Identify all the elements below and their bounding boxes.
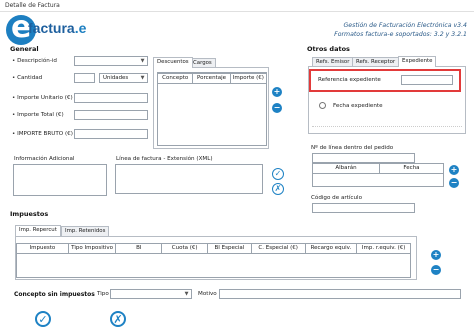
tab-imp-retenidos[interactable]: Imp. Retenidos — [61, 226, 110, 236]
chevron-down-icon: ▼ — [140, 75, 145, 81]
referencia-expediente-label: Referencia expediente — [318, 77, 381, 83]
albaran-grid-header: Albarán Fecha — [312, 163, 444, 174]
unidades-value: Unidades — [103, 75, 129, 81]
tipo-select[interactable]: ▼ — [110, 289, 192, 299]
tagline-line2: Formatos factura-e soportados: 3.2 y 3.2… — [334, 31, 467, 38]
motivo-label: Motivo — [198, 291, 217, 297]
fecha-expediente-label: Fecha expediente — [333, 103, 383, 109]
fecha-expediente-radio[interactable] — [319, 102, 326, 109]
referencia-expediente-input[interactable] — [401, 75, 453, 85]
logo-text-main: factura — [28, 20, 75, 36]
tipo-label: Tipo — [97, 291, 109, 297]
general-section-title: General — [10, 45, 39, 53]
separator — [312, 126, 462, 127]
linea-pedido-input[interactable] — [312, 153, 415, 163]
tab-expediente[interactable]: Expediente — [398, 56, 437, 67]
col-importe: Importe (€) — [232, 75, 264, 81]
codigo-articulo-input[interactable] — [312, 203, 415, 213]
remove-albaran-button[interactable]: − — [449, 178, 459, 188]
motivo-input[interactable] — [219, 289, 461, 299]
app-logo: e factura.e — [6, 11, 98, 47]
col-c-especial: C. Especial (€) — [252, 244, 306, 253]
col-concepto: Concepto — [158, 74, 194, 83]
add-impuesto-button[interactable]: + — [431, 250, 441, 260]
cancel-icon[interactable]: ✗ — [272, 183, 284, 195]
impuestos-section-title: Impuestos — [10, 210, 49, 218]
importe-total-input[interactable] — [74, 110, 148, 120]
tab-imp-repercut[interactable]: Imp. Repercut — [15, 225, 61, 236]
tagline-line1: Gestión de Facturación Electrónica v3.4 — [343, 22, 467, 29]
linea-factura-textarea[interactable] — [115, 164, 263, 194]
codigo-articulo-label: Código de artículo — [311, 195, 363, 201]
window-title: Detalle de Factura — [0, 0, 474, 12]
linea-factura-label: Línea de factura - Extensión (XML) — [116, 156, 213, 162]
importe-unitario-label: • Importe Unitario (€) — [12, 95, 73, 101]
logo-text-dot: .e — [74, 20, 87, 36]
importe-unitario-input[interactable] — [74, 93, 148, 103]
tab-descuentos[interactable]: Descuentos — [153, 57, 193, 68]
chevron-down-icon: ▼ — [140, 58, 145, 64]
importe-total-label-text: Importe Total (€) — [17, 112, 64, 118]
col-recargo-equiv: Recargo equiv. — [306, 244, 358, 253]
cancel-button[interactable]: ✗ — [110, 311, 126, 327]
col-bi: BI — [116, 244, 163, 253]
importe-bruto-label: • IMPORTE BRUTO (€) — [12, 131, 73, 137]
descripcion-label-text: Descripción-id — [17, 58, 57, 64]
cantidad-label-text: Cantidad — [17, 75, 43, 81]
descripcion-label: • Descripción-id — [12, 58, 57, 64]
col-bi-especial: BI Especial — [208, 244, 252, 253]
unidades-select[interactable]: Unidades ▼ — [99, 73, 148, 83]
add-albaran-button[interactable]: + — [449, 165, 459, 175]
remove-impuesto-button[interactable]: − — [431, 265, 441, 275]
check-icon[interactable]: ✓ — [272, 168, 284, 180]
accept-button[interactable]: ✓ — [35, 311, 51, 327]
impuestos-grid-header: Impuesto Tipo Impositivo BI Cuota (€) BI… — [16, 243, 411, 254]
col-porcentaje: Porcentaje — [193, 74, 231, 83]
descuentos-grid-header: Concepto Porcentaje Importe (€) — [157, 73, 267, 84]
otros-datos-section-title: Otros datos — [307, 45, 350, 53]
col-impuesto: Impuesto — [17, 244, 69, 253]
chevron-down-icon: ▼ — [184, 291, 189, 297]
info-adicional-label: Información Adicional — [14, 156, 75, 162]
info-adicional-textarea[interactable] — [13, 164, 107, 196]
col-imp-r-equiv: Imp. r.equiv. (€) — [361, 245, 406, 251]
col-fecha: Fecha — [403, 165, 420, 171]
col-albaran: Albarán — [313, 164, 380, 173]
importe-total-label: • Importe Total (€) — [12, 112, 64, 118]
descripcion-select[interactable]: ▼ — [74, 56, 148, 66]
importe-bruto-input[interactable] — [74, 129, 148, 139]
logo-text: factura.e — [28, 20, 86, 36]
concepto-sin-impuestos-label: Concepto sin impuestos — [14, 291, 95, 298]
importe-bruto-label-text: IMPORTE BRUTO (€) — [17, 131, 73, 137]
cantidad-label: • Cantidad — [12, 75, 43, 81]
col-cuota: Cuota (€) — [162, 244, 209, 253]
importe-unitario-label-text: Importe Unitario (€) — [17, 95, 73, 101]
remove-descuento-button[interactable]: − — [272, 103, 282, 113]
linea-pedido-label: Nº de línea dentro del pedido — [311, 145, 394, 151]
cantidad-input[interactable] — [74, 73, 95, 83]
col-tipo-impositivo: Tipo Impositivo — [69, 244, 117, 253]
add-descuento-button[interactable]: + — [272, 87, 282, 97]
